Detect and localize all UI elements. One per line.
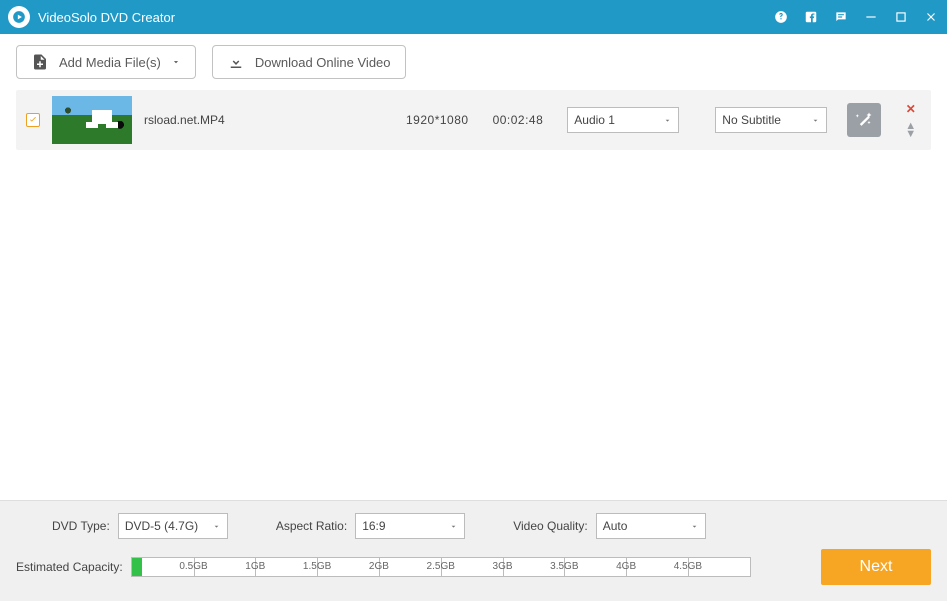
video-quality-selected: Auto xyxy=(603,519,628,533)
footer-settings-row: DVD Type: DVD-5 (4.7G) Aspect Ratio: 16:… xyxy=(16,513,931,539)
app-title: VideoSolo DVD Creator xyxy=(38,10,773,25)
aspect-ratio-select[interactable]: 16:9 xyxy=(355,513,465,539)
chevron-down-icon xyxy=(171,57,181,67)
capacity-tick-label: 3.5GB xyxy=(550,561,578,572)
subtitle-selected-label: No Subtitle xyxy=(722,113,781,127)
capacity-tick-label: 4GB xyxy=(616,561,636,572)
subtitle-select[interactable]: No Subtitle xyxy=(715,107,827,133)
audio-selected-label: Audio 1 xyxy=(574,113,615,127)
add-media-button[interactable]: Add Media File(s) xyxy=(16,45,196,79)
download-online-button[interactable]: Download Online Video xyxy=(212,45,406,79)
aspect-ratio-label: Aspect Ratio: xyxy=(276,519,347,533)
capacity-ticks: 0.5GB 1GB 1.5GB 2GB 2.5GB 3GB 3.5GB 4GB 4.5GB xyxy=(132,558,750,576)
capacity-tick-label: 2.5GB xyxy=(427,561,455,572)
help-icon[interactable] xyxy=(773,9,789,25)
chevron-down-icon xyxy=(663,116,672,125)
capacity-label: Estimated Capacity: xyxy=(16,560,123,574)
reorder-handle[interactable]: ▲▼ xyxy=(905,122,916,138)
capacity-tick-label: 1.5GB xyxy=(303,561,331,572)
magic-wand-icon xyxy=(854,110,874,130)
capacity-tick-label: 4.5GB xyxy=(674,561,702,572)
capacity-tick-label: 3GB xyxy=(493,561,513,572)
media-thumbnail[interactable] xyxy=(52,96,132,144)
media-filename: rsload.net.MP4 xyxy=(144,113,394,127)
feedback-icon[interactable] xyxy=(833,9,849,25)
edit-effects-button[interactable] xyxy=(847,103,881,137)
next-button-label: Next xyxy=(860,558,893,576)
footer: DVD Type: DVD-5 (4.7G) Aspect Ratio: 16:… xyxy=(0,500,947,601)
maximize-icon[interactable] xyxy=(893,9,909,25)
capacity-tick-label: 1GB xyxy=(245,561,265,572)
add-file-icon xyxy=(31,53,49,71)
capacity-bar: 0.5GB 1GB 1.5GB 2GB 2.5GB 3GB 3.5GB 4GB 4.5GB xyxy=(131,557,751,577)
download-icon xyxy=(227,53,245,71)
titlebar-actions xyxy=(773,9,939,25)
close-icon[interactable] xyxy=(923,9,939,25)
minimize-icon[interactable] xyxy=(863,9,879,25)
audio-select[interactable]: Audio 1 xyxy=(567,107,679,133)
remove-row-button[interactable]: ✕ xyxy=(906,102,916,116)
media-row: rsload.net.MP4 1920*1080 00:02:48 Audio … xyxy=(16,90,931,150)
dvd-type-selected: DVD-5 (4.7G) xyxy=(125,519,198,533)
next-button[interactable]: Next xyxy=(821,549,931,585)
app-logo-icon xyxy=(8,6,30,28)
media-duration: 00:02:48 xyxy=(493,113,544,127)
row-actions: ✕ ▲▼ xyxy=(905,102,916,138)
video-quality-select[interactable]: Auto xyxy=(596,513,706,539)
titlebar: VideoSolo DVD Creator xyxy=(0,0,947,34)
row-checkbox[interactable] xyxy=(26,113,40,127)
capacity-tick-label: 2GB xyxy=(369,561,389,572)
media-list: rsload.net.MP4 1920*1080 00:02:48 Audio … xyxy=(0,90,947,500)
dvd-type-label: DVD Type: xyxy=(52,519,110,533)
chevron-down-icon xyxy=(690,522,699,531)
add-media-label: Add Media File(s) xyxy=(59,55,161,70)
media-resolution: 1920*1080 xyxy=(406,113,469,127)
video-quality-label: Video Quality: xyxy=(513,519,588,533)
toolbar: Add Media File(s) Download Online Video xyxy=(0,34,947,90)
chevron-down-icon xyxy=(811,116,820,125)
download-online-label: Download Online Video xyxy=(255,55,391,70)
chevron-down-icon xyxy=(212,522,221,531)
capacity-tick-label: 0.5GB xyxy=(179,561,207,572)
aspect-ratio-selected: 16:9 xyxy=(362,519,385,533)
footer-capacity-row: Estimated Capacity: 0.5GB 1GB 1.5GB 2GB 2.5G… xyxy=(16,549,931,585)
chevron-down-icon xyxy=(449,522,458,531)
dvd-type-select[interactable]: DVD-5 (4.7G) xyxy=(118,513,228,539)
facebook-icon[interactable] xyxy=(803,9,819,25)
